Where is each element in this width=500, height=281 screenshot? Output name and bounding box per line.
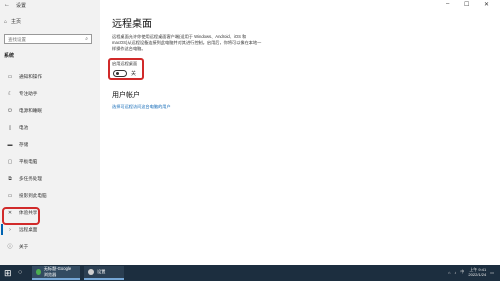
back-arrow-icon[interactable]: ←	[4, 2, 10, 8]
sidebar-item-multitasking[interactable]: ⧉ 多任务处理	[0, 170, 100, 187]
sidebar-item-label: 关于	[19, 243, 29, 249]
taskbar-task-settings[interactable]: 设置	[84, 266, 124, 280]
page-title: 远程桌面	[112, 19, 152, 30]
browser-icon	[36, 269, 41, 275]
projector-icon: ▭	[7, 192, 13, 199]
sidebar-item-label: 多任务处理	[19, 175, 42, 181]
windows-start-icon[interactable]: ⊞	[4, 268, 14, 278]
taskbar-date: 2022/1/24	[468, 272, 487, 277]
sidebar-item-focus-assist[interactable]: ☾ 专注助手	[0, 85, 100, 102]
section-title-system: 系统	[4, 53, 15, 59]
blank-overlay-patch	[370, 238, 480, 268]
enable-remote-desktop-toggle[interactable]	[113, 70, 127, 77]
sidebar-item-label: 存储	[19, 141, 29, 147]
remote-desktop-highlight-box	[2, 207, 40, 225]
sidebar-item-label: 平板电脑	[19, 158, 38, 164]
toggle-knob	[115, 72, 119, 75]
sidebar-item-label: 投影到此电脑	[19, 192, 47, 198]
sidebar-item-notifications[interactable]: ▭ 通知和操作	[0, 68, 100, 85]
sidebar-item-tablet[interactable]: ▢ 平板电脑	[0, 153, 100, 170]
info-icon: ⓘ	[7, 244, 13, 250]
taskbar-clock[interactable]: 上午 9:41 2022/1/24	[468, 267, 486, 277]
sidebar-item-power-sleep[interactable]: ⏻ 电源和睡眠	[0, 102, 100, 119]
system-tray: ⌂ ♪ 中 上午 9:41 2022/1/24 ▭	[448, 267, 494, 277]
user-accounts-heading: 用户帐户	[112, 92, 140, 99]
gear-icon	[88, 269, 94, 275]
sidebar-item-battery[interactable]: ▯ 电池	[0, 119, 100, 136]
home-nav-item[interactable]: ⌂ 主页	[4, 18, 22, 26]
remote-desktop-page: 远程桌面 远程桌面允许你使用远程桌面客户端(适用于 Windows、Androi…	[100, 0, 500, 265]
taskbar-search-icon[interactable]: ○	[18, 269, 22, 276]
tablet-icon: ▢	[7, 158, 13, 165]
moon-icon: ☾	[7, 90, 13, 97]
taskbar: ⊞ ○ 无标题-Google 浏览器 设置 ⌂ ♪ 中 上午 9:41 2022…	[0, 265, 500, 281]
search-icon[interactable]: ⌕	[85, 36, 88, 42]
sidebar-item-label: 电池	[19, 124, 29, 130]
storage-icon: ▬	[7, 141, 13, 148]
sidebar-item-label: 通知和操作	[19, 73, 42, 79]
sidebar-item-about[interactable]: ⓘ 关于	[0, 238, 100, 255]
window-title: 设置	[16, 3, 27, 9]
network-icon[interactable]: ⌂	[448, 270, 450, 275]
multitask-icon: ⧉	[8, 175, 12, 182]
sidebar-nav: ▭ 通知和操作 ☾ 专注助手 ⏻ 电源和睡眠 ▯ 电池 ▬ 存储 ▢ 平板电脑 …	[0, 68, 100, 255]
sidebar-item-label: 专注助手	[19, 90, 38, 96]
home-label: 主页	[11, 19, 22, 25]
ime-indicator[interactable]: 中	[460, 269, 464, 275]
battery-icon: ▯	[8, 124, 12, 131]
minimize-icon[interactable]: –	[446, 1, 449, 7]
toggle-state-text: 关	[131, 71, 137, 77]
active-indicator	[1, 224, 3, 235]
remote-desktop-icon: ›	[9, 226, 11, 233]
settings-search-input[interactable]: 查找设置 ⌕	[4, 34, 92, 44]
maximize-icon[interactable]: ☐	[464, 1, 469, 8]
page-description: 远程桌面允许你使用远程桌面客户端(适用于 Windows、Android、iOS…	[112, 34, 262, 51]
select-users-link[interactable]: 选择可远程访问这台电脑的用户	[112, 104, 171, 110]
home-icon: ⌂	[4, 18, 8, 25]
search-placeholder: 查找设置	[8, 37, 26, 42]
taskbar-task-label: 无标题-Google 浏览器	[43, 266, 72, 277]
enable-remote-desktop-label: 启用远程桌面	[112, 61, 138, 66]
notification-center-icon[interactable]: ▭	[490, 270, 494, 275]
sidebar-item-projecting[interactable]: ▭ 投影到此电脑	[0, 187, 100, 204]
taskbar-task-label: 设置	[97, 269, 106, 274]
sidebar-item-label: 电源和睡眠	[19, 107, 42, 113]
sidebar-item-label: 远程桌面	[19, 226, 38, 232]
taskbar-task-browser[interactable]: 无标题-Google 浏览器	[32, 266, 80, 280]
volume-icon[interactable]: ♪	[454, 270, 456, 275]
power-icon: ⏻	[8, 107, 12, 114]
close-icon[interactable]: ✕	[484, 1, 489, 8]
sidebar-item-storage[interactable]: ▬ 存储	[0, 136, 100, 153]
settings-sidebar: ← 设置 ⌂ 主页 查找设置 ⌕ 系统 ▭ 通知和操作 ☾ 专注助手 ⏻ 电源和…	[0, 0, 100, 265]
notification-icon: ▭	[7, 73, 13, 80]
